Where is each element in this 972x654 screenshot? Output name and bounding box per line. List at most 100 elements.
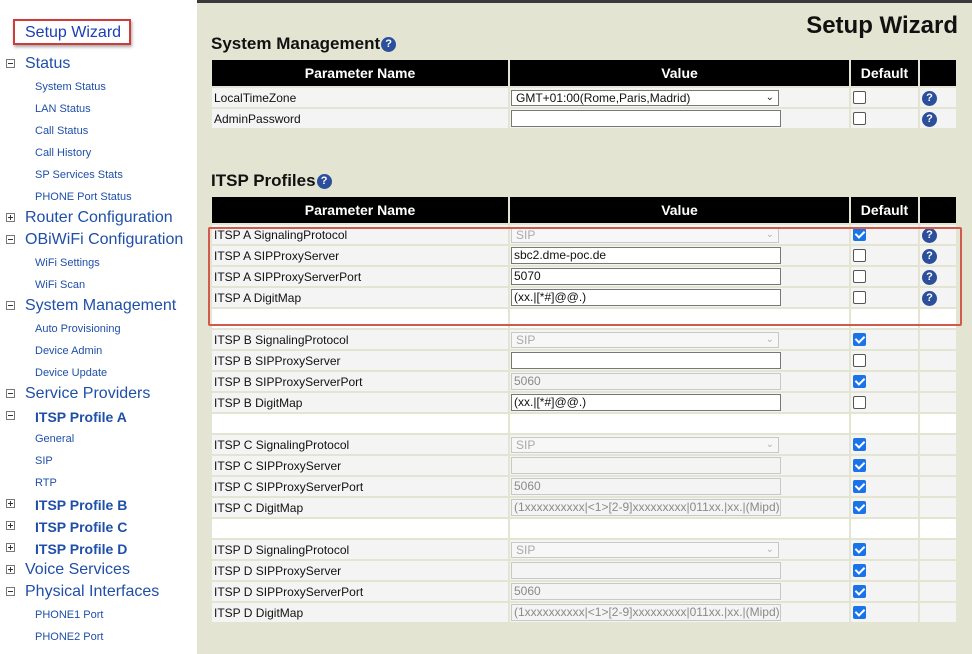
help-icon[interactable]: ?	[922, 90, 937, 106]
table-row: ITSP B SIPProxyServer	[212, 351, 956, 370]
default-checkbox[interactable]	[853, 396, 866, 409]
collapse-icon[interactable]	[6, 235, 15, 244]
expand-icon[interactable]	[6, 521, 15, 530]
default-checkbox[interactable]	[853, 112, 866, 125]
default-checkbox[interactable]	[853, 564, 866, 577]
help-icon[interactable]: ?	[922, 269, 937, 285]
nav-itsp-profile-a[interactable]: ITSP Profile A	[0, 406, 197, 428]
nav-system-status[interactable]: System Status	[35, 81, 106, 93]
default-cell	[851, 540, 918, 559]
nav-physical-interfaces[interactable]: Physical Interfaces	[0, 582, 197, 604]
collapse-icon[interactable]	[6, 389, 15, 398]
default-cell	[851, 603, 918, 622]
value-input[interactable]: (xx.|[*#]@@.)	[511, 289, 781, 306]
nav-obiwifi-configuration[interactable]: OBiWiFi Configuration	[0, 230, 197, 252]
help-cell	[920, 351, 956, 370]
help-icon[interactable]: ?	[922, 290, 937, 306]
help-icon[interactable]: ?	[316, 174, 332, 189]
value-cell: (1xxxxxxxxxx|<1>[2-9]xxxxxxxxx|011xx.|xx…	[510, 603, 849, 622]
nav-status-label: Status	[25, 55, 71, 72]
expand-icon[interactable]	[6, 213, 15, 222]
default-checkbox[interactable]	[853, 459, 866, 472]
default-checkbox[interactable]	[853, 438, 866, 451]
default-checkbox[interactable]	[853, 91, 866, 104]
value-input[interactable]	[511, 110, 781, 127]
default-checkbox[interactable]	[853, 291, 866, 304]
nav-system-management[interactable]: System Management	[0, 296, 197, 318]
default-checkbox[interactable]	[853, 228, 866, 241]
value-input[interactable]	[511, 352, 781, 369]
table-row: ITSP C SignalingProtocol SIP ⌄	[212, 435, 956, 454]
nav-lan-status[interactable]: LAN Status	[35, 103, 91, 115]
help-cell	[920, 330, 956, 349]
nav-voice-services[interactable]: Voice Services	[0, 560, 197, 582]
expand-icon[interactable]	[6, 543, 15, 552]
value-select[interactable]: GMT+01:00(Rome,Paris,Madrid) ⌄	[511, 89, 779, 106]
help-cell: ?	[920, 109, 956, 128]
nav-sp-services-stats[interactable]: SP Services Stats	[35, 169, 123, 181]
nav-call-history[interactable]: Call History	[35, 147, 91, 159]
parameter-name: ITSP B SIPProxyServer	[212, 351, 508, 370]
collapse-icon[interactable]	[6, 411, 15, 420]
help-icon[interactable]: ?	[922, 248, 937, 264]
default-checkbox[interactable]	[853, 249, 866, 262]
collapse-icon[interactable]	[6, 59, 15, 68]
value-cell	[510, 561, 849, 580]
nav-phone1-port[interactable]: PHONE1 Port	[35, 609, 103, 621]
nav-service-providers[interactable]: Service Providers	[0, 384, 197, 406]
nav-phone2-port[interactable]: PHONE2 Port	[35, 631, 103, 643]
nav-wifi-scan[interactable]: WiFi Scan	[35, 279, 85, 291]
empty-cell	[212, 309, 508, 328]
nav-phone-port-status[interactable]: PHONE Port Status	[35, 191, 132, 203]
parameter-name: ITSP A DigitMap	[212, 288, 508, 307]
help-icon[interactable]: ?	[922, 227, 937, 243]
collapse-icon[interactable]	[6, 587, 15, 596]
default-checkbox[interactable]	[853, 270, 866, 283]
nav-call-status[interactable]: Call Status	[35, 125, 88, 137]
expand-icon[interactable]	[6, 499, 15, 508]
default-cell	[851, 88, 918, 107]
nav-itsp-profile-d[interactable]: ITSP Profile D	[0, 538, 197, 560]
system-management-table: Parameter Name Value Default LocalTimeZo…	[210, 58, 958, 130]
section-title-system-management: System Management?	[211, 34, 397, 54]
default-cell	[851, 267, 918, 286]
nav-device-admin[interactable]: Device Admin	[35, 345, 102, 357]
default-checkbox[interactable]	[853, 354, 866, 367]
parameter-name: ITSP B SIPProxyServerPort	[212, 372, 508, 391]
help-icon[interactable]: ?	[922, 111, 937, 127]
setup-wizard-button[interactable]: Setup Wizard	[13, 19, 131, 45]
separator-row	[212, 414, 956, 433]
nav-sip[interactable]: SIP	[35, 455, 53, 467]
default-cell	[851, 372, 918, 391]
nav-itsp-profile-b-label: ITSP Profile B	[35, 497, 128, 513]
default-checkbox[interactable]	[853, 501, 866, 514]
default-checkbox[interactable]	[853, 585, 866, 598]
nav-general[interactable]: General	[35, 433, 74, 445]
chevron-down-icon: ⌄	[765, 438, 774, 450]
parameter-name: ITSP C SignalingProtocol	[212, 435, 508, 454]
value-input[interactable]: 5070	[511, 268, 781, 285]
nav-auto-provisioning[interactable]: Auto Provisioning	[35, 323, 121, 335]
collapse-icon[interactable]	[6, 301, 15, 310]
nav-device-update[interactable]: Device Update	[35, 367, 107, 379]
help-icon[interactable]: ?	[381, 37, 397, 52]
nav-rtp[interactable]: RTP	[35, 477, 57, 489]
nav-status[interactable]: Status	[0, 54, 197, 76]
nav-wifi-settings[interactable]: WiFi Settings	[35, 257, 100, 269]
nav-itsp-profile-b[interactable]: ITSP Profile B	[0, 494, 197, 516]
default-checkbox[interactable]	[853, 375, 866, 388]
nav-itsp-profile-c[interactable]: ITSP Profile C	[0, 516, 197, 538]
help-cell	[920, 393, 956, 412]
default-checkbox[interactable]	[853, 333, 866, 346]
expand-icon[interactable]	[6, 565, 15, 574]
table-row: ITSP C DigitMap (1xxxxxxxxxx|<1>[2-9]xxxx…	[212, 498, 956, 517]
default-checkbox[interactable]	[853, 606, 866, 619]
value-cell	[510, 109, 849, 128]
main-panel: Setup Wizard System Management? Paramete…	[197, 0, 972, 654]
value-input[interactable]: (xx.|[*#]@@.)	[511, 394, 781, 411]
nav-router-configuration[interactable]: Router Configuration	[0, 208, 197, 230]
value-input: (1xxxxxxxxxx|<1>[2-9]xxxxxxxxx|011xx.|xx…	[511, 604, 781, 621]
default-checkbox[interactable]	[853, 480, 866, 493]
value-input[interactable]: sbc2.dme-poc.de	[511, 247, 781, 264]
default-checkbox[interactable]	[853, 543, 866, 556]
